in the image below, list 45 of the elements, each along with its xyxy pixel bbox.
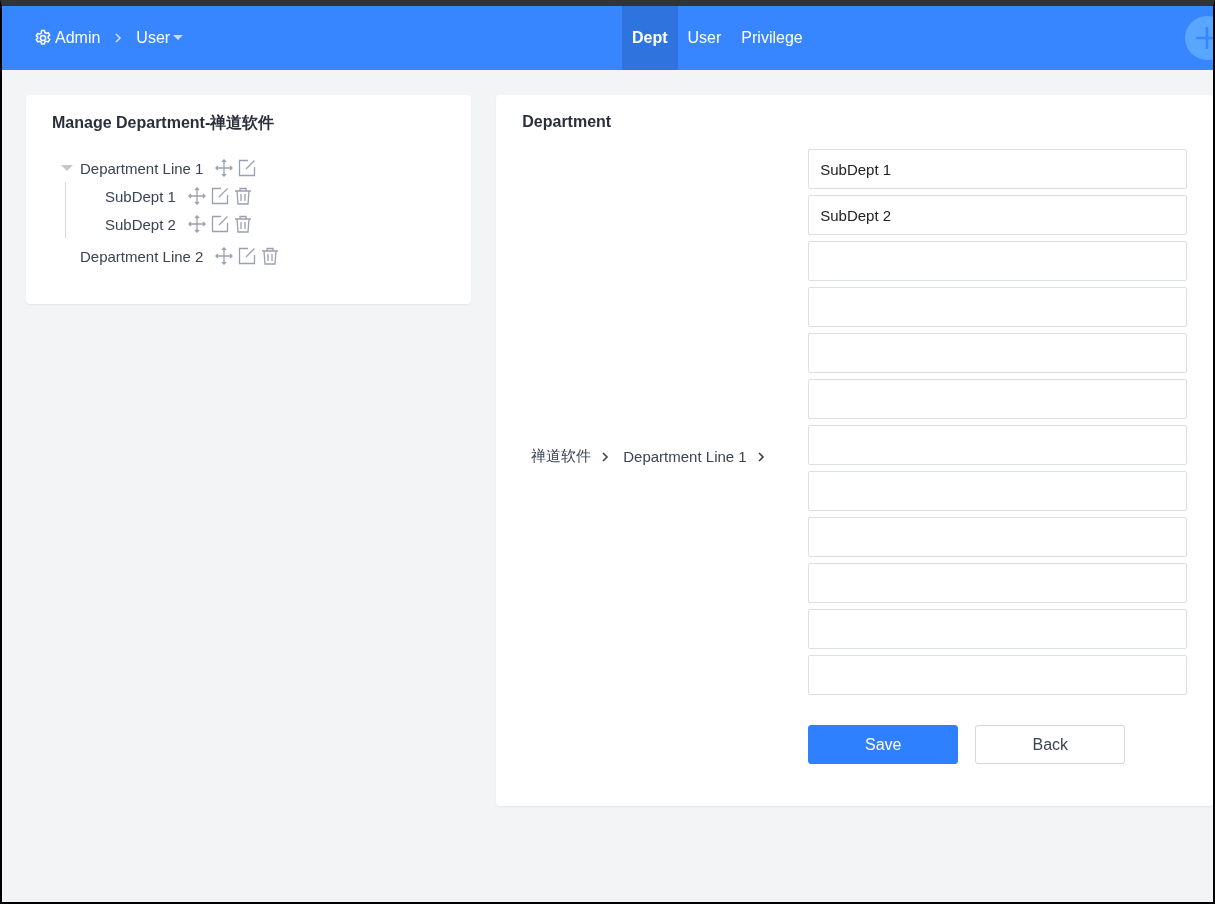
- tree-item[interactable]: Department Line 1: [80, 159, 204, 177]
- caret-icon[interactable]: [60, 164, 74, 172]
- path-item: Department Line 1: [623, 448, 747, 465]
- path-item: 禅道软件: [531, 447, 592, 466]
- name-input-field[interactable]: [808, 333, 1187, 373]
- tree-item[interactable]: Department Line 2: [80, 247, 204, 265]
- trash-icon[interactable]: [233, 215, 252, 233]
- save-button[interactable]: Save: [808, 725, 959, 764]
- nav-tab[interactable]: Privilege: [731, 6, 813, 70]
- edit-icon[interactable]: [210, 187, 229, 205]
- name-input-field[interactable]: [808, 563, 1187, 603]
- name-input-field[interactable]: [808, 609, 1187, 649]
- move-icon[interactable]: [215, 247, 234, 265]
- name-input-field[interactable]: [808, 287, 1187, 327]
- chevron-icon: [601, 451, 610, 462]
- edit-icon[interactable]: [238, 159, 257, 177]
- settings-icon[interactable]: [34, 29, 52, 47]
- trash-icon[interactable]: [261, 247, 280, 265]
- edit-icon[interactable]: [238, 247, 257, 265]
- panel-title: Manage Department-禅道软件: [52, 113, 276, 133]
- name-input-field[interactable]: [808, 379, 1187, 419]
- move-icon[interactable]: [187, 215, 206, 233]
- nav-tab[interactable]: Dept: [622, 6, 678, 70]
- breadcrumb-link[interactable]: User: [136, 29, 184, 47]
- move-icon[interactable]: [215, 159, 234, 177]
- nav-tab[interactable]: User: [677, 6, 732, 70]
- chevron-icon: [114, 33, 123, 43]
- name-input-field[interactable]: SubDept 2: [808, 195, 1187, 235]
- chevron-icon: [756, 451, 765, 462]
- edit-icon[interactable]: [210, 215, 229, 233]
- tree-item[interactable]: SubDept 2: [105, 215, 176, 233]
- trash-icon[interactable]: [233, 187, 252, 205]
- back-button[interactable]: Back: [975, 725, 1126, 764]
- move-icon[interactable]: [187, 187, 206, 205]
- caret-icon[interactable]: [173, 35, 184, 41]
- tree-item[interactable]: SubDept 1: [105, 187, 176, 205]
- name-input-field[interactable]: [808, 241, 1187, 281]
- plus-icon: [1194, 25, 1213, 51]
- name-input-field[interactable]: SubDept 1: [808, 149, 1187, 189]
- name-input-field[interactable]: [808, 471, 1187, 511]
- name-input-field[interactable]: [808, 425, 1187, 465]
- name-input-field[interactable]: [808, 655, 1187, 695]
- breadcrumb-link[interactable]: Admin: [34, 29, 101, 47]
- panel-title: Department: [522, 113, 613, 131]
- name-input-field[interactable]: [808, 517, 1187, 557]
